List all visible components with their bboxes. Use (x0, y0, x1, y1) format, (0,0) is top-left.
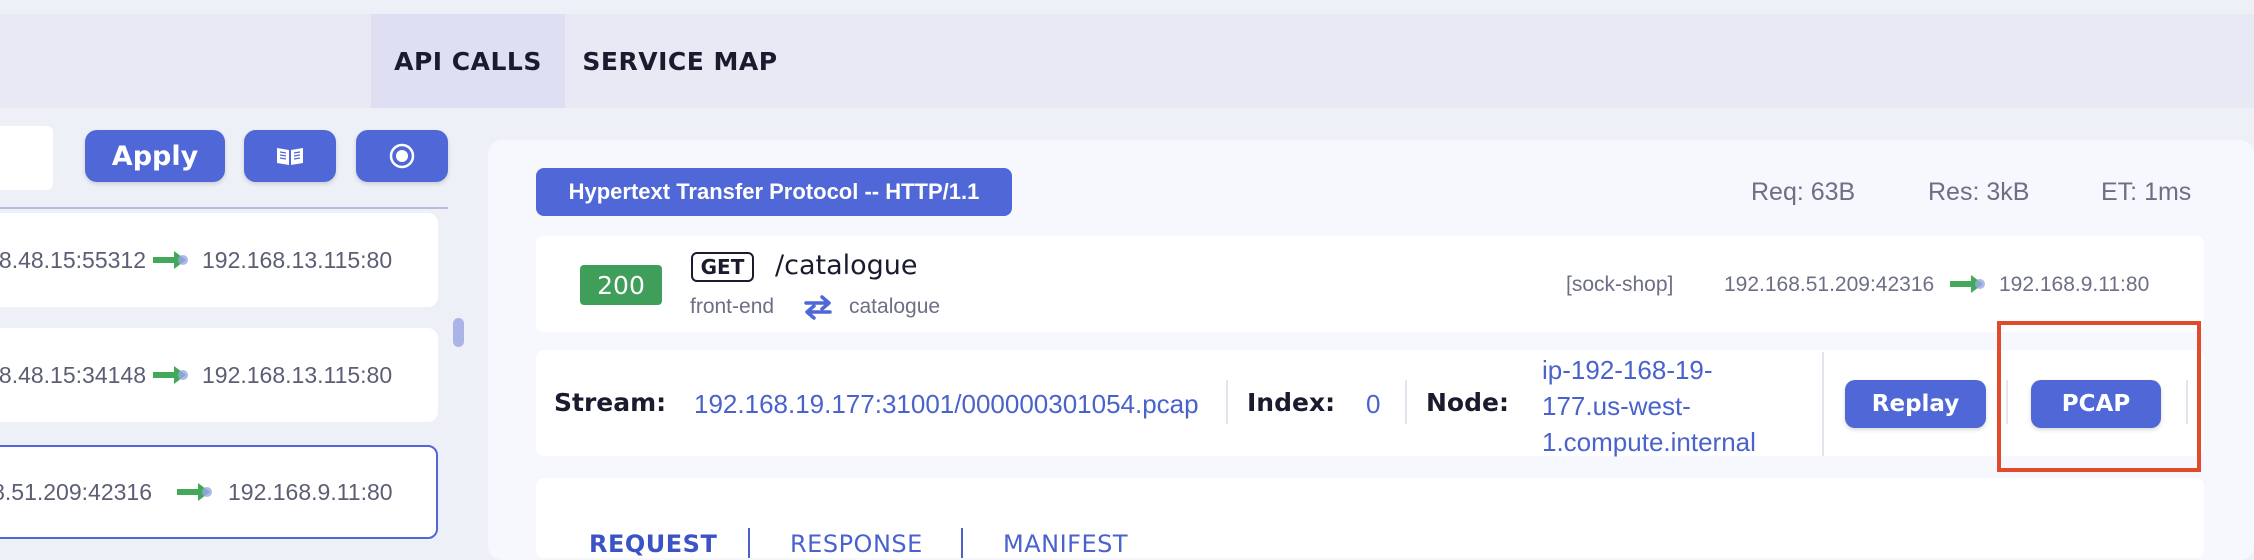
entry-item-selected[interactable]: 168.51.209:42316 192.168.9.11:80 (0, 445, 438, 539)
swap-arrows-icon (804, 295, 832, 320)
request-size: Req: 63B (1751, 178, 1856, 206)
entry-source: 68.48.15:55312 (0, 246, 146, 273)
record-icon (389, 143, 415, 169)
divider (961, 528, 963, 558)
elapsed-time: ET: 1ms (2101, 178, 2192, 206)
book-icon (277, 148, 303, 165)
stream-label: Stream: (554, 388, 667, 417)
method-badge: GET (691, 252, 754, 282)
docs-button[interactable] (244, 130, 336, 182)
arrow-right-icon (153, 366, 188, 384)
tab-api-calls[interactable]: API CALLS (371, 14, 565, 108)
divider (1405, 380, 1407, 424)
arrow-right-icon (177, 483, 212, 501)
status-code-badge: 200 (580, 265, 662, 305)
divider (1822, 352, 1824, 456)
protocol-badge: Hypertext Transfer Protocol -- HTTP/1.1 (536, 168, 1012, 216)
stream-value[interactable]: 192.168.19.177:31001/000000301054.pcap (694, 389, 1199, 420)
record-button[interactable] (356, 130, 448, 182)
divider (0, 207, 448, 209)
response-size: Res: 3kB (1928, 178, 2030, 206)
node-label: Node: (1426, 388, 1509, 417)
pcap-download-button[interactable]: PCAP (2031, 380, 2161, 428)
tab-manifest[interactable]: MANIFEST (1003, 530, 1128, 558)
entry-source: 168.51.209:42316 (0, 478, 152, 505)
connection-source: 192.168.51.209:42316 (1724, 273, 1935, 296)
node-value: ip-192-168-19-177.us-west-1.compute.inte… (1542, 355, 1756, 457)
request-path: /catalogue (775, 250, 918, 281)
scrollbar-thumb[interactable] (453, 318, 464, 347)
tab-service-map[interactable]: SERVICE MAP (568, 14, 792, 108)
arrow-right-icon (1950, 275, 1985, 293)
divider (748, 528, 750, 558)
connection-destination: 192.168.9.11:80 (1999, 273, 2150, 296)
destination-service: catalogue (849, 295, 941, 318)
arrow-right-icon (153, 251, 188, 269)
top-bar: API CALLS SERVICE MAP (0, 14, 2254, 108)
tab-request[interactable]: REQUEST (589, 530, 717, 558)
entry-destination: 192.168.13.115:80 (202, 246, 393, 273)
replay-button[interactable]: Replay (1845, 380, 1986, 428)
entry-item[interactable]: 68.48.15:34148 192.168.13.115:80 (0, 328, 438, 422)
index-value: 0 (1366, 389, 1381, 419)
source-service: front-end (690, 295, 775, 318)
entry-destination: 192.168.13.115:80 (202, 361, 393, 388)
namespace-label: [sock-shop] (1566, 273, 1674, 296)
index-label: Index: (1247, 388, 1336, 417)
entry-item[interactable]: 68.48.15:55312 192.168.13.115:80 (0, 213, 438, 307)
apply-button[interactable]: Apply (85, 130, 225, 182)
request-response-tabs (536, 478, 2204, 558)
entry-source: 68.48.15:34148 (0, 361, 146, 388)
divider (2006, 380, 2008, 424)
filter-input[interactable] (0, 126, 53, 190)
tab-response[interactable]: RESPONSE (790, 530, 923, 558)
divider (1226, 380, 1228, 424)
entry-destination: 192.168.9.11:80 (228, 478, 393, 505)
divider (2186, 380, 2188, 424)
